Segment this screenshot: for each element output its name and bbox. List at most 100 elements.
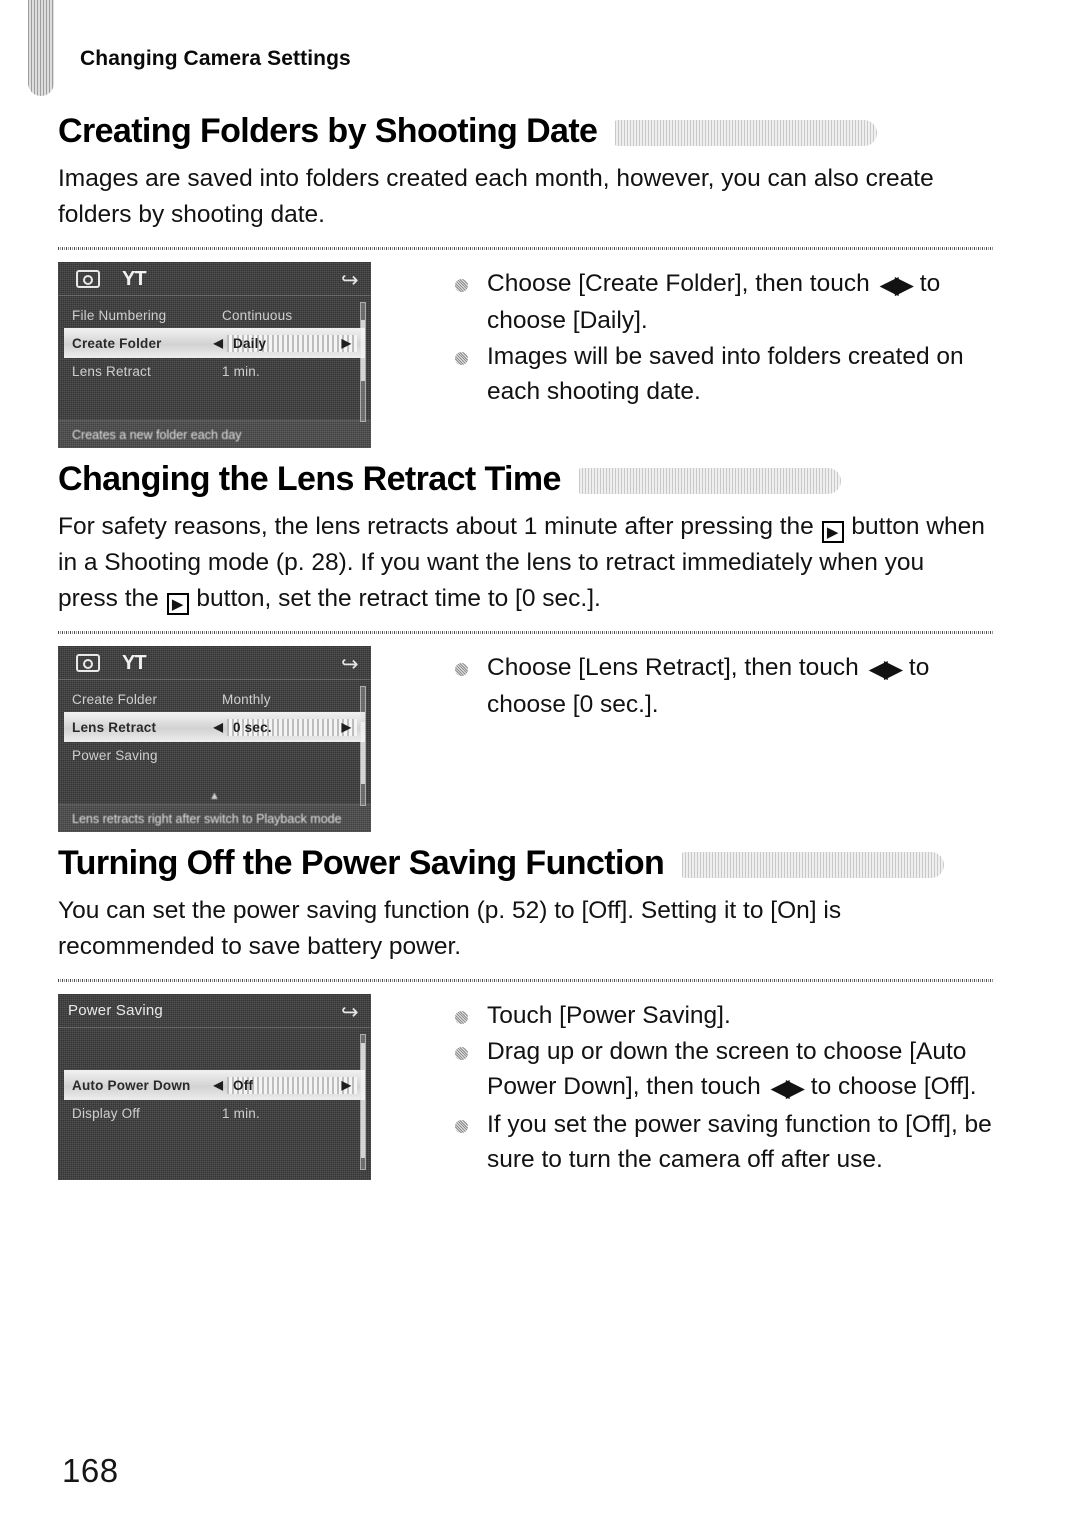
left-right-arrows-icon: ◀▶ <box>770 1074 806 1102</box>
section-divider <box>58 247 993 250</box>
section-divider <box>58 979 993 982</box>
instruction-list: Choose [Lens Retract], then touch ◀▶ to … <box>445 650 993 722</box>
playback-button-icon <box>166 593 189 615</box>
return-arrow-icon[interactable]: ↩ <box>341 1000 359 1025</box>
lcd-scrollbar[interactable] <box>360 686 366 806</box>
running-header: Changing Camera Settings <box>80 47 351 70</box>
camera-lcd-screen: YT ↩ Create Folder Monthly Lens Retract … <box>58 646 371 832</box>
camera-screenshot-column: Power Saving ↩ Auto Power Down ◀ Off ▶ D… <box>58 994 433 1180</box>
lcd-row-value: 1 min. <box>222 1105 260 1121</box>
bullet-text-pre: Choose [Create Folder], then touch <box>487 270 877 297</box>
left-right-arrows-icon: ◀▶ <box>879 271 915 299</box>
lcd-top-bar: YT ↩ <box>58 646 371 680</box>
bullet-text-pre: Choose [Lens Retract], then touch <box>487 654 866 681</box>
scroll-indicator-icon: ▲ <box>209 790 220 802</box>
lcd-menu-row-selected[interactable]: Create Folder ◀ Daily ▶ <box>64 328 365 358</box>
wrench-tools-icon[interactable]: YT <box>122 269 147 289</box>
bullet-text-pre: Touch [Power Saving]. <box>487 1002 731 1029</box>
lcd-top-bar: Power Saving ↩ <box>58 994 371 1028</box>
arrow-right-icon[interactable]: ▶ <box>342 720 351 734</box>
lcd-row-value: Continuous <box>222 307 293 323</box>
wrench-tools-icon[interactable]: YT <box>122 653 147 673</box>
heading-accent-bar <box>578 468 841 494</box>
arrow-left-icon[interactable]: ◀ <box>214 336 223 350</box>
list-item: Choose [Lens Retract], then touch ◀▶ to … <box>445 650 993 722</box>
lcd-row-label: Power Saving <box>72 747 158 763</box>
lcd-row-value: 1 min. <box>222 363 260 379</box>
return-arrow-icon[interactable]: ↩ <box>341 652 359 677</box>
lcd-scrollbar-thumb[interactable] <box>361 319 365 381</box>
lcd-menu-row-selected[interactable]: Lens Retract ◀ 0 sec. ▶ <box>64 712 365 742</box>
arrow-right-icon[interactable]: ▶ <box>342 1078 351 1092</box>
camera-lcd-screen: Power Saving ↩ Auto Power Down ◀ Off ▶ D… <box>58 994 371 1180</box>
lcd-scrollbar-thumb[interactable] <box>361 722 365 784</box>
lcd-scrollbar[interactable] <box>360 1034 366 1170</box>
lcd-menu-list: File Numbering Continuous Create Folder … <box>58 296 371 384</box>
lcd-row-label: File Numbering <box>72 307 167 323</box>
list-item: Touch [Power Saving]. <box>445 998 993 1033</box>
return-arrow-icon[interactable]: ↩ <box>341 268 359 293</box>
lcd-row-label: Create Folder <box>72 691 158 707</box>
lcd-row-label: Lens Retract <box>72 719 157 735</box>
lcd-row-value-wrap: ◀ Off ▶ <box>214 1076 357 1094</box>
lcd-menu-list: Create Folder Monthly Lens Retract ◀ 0 s… <box>58 680 371 768</box>
section-body: You can set the power saving function (p… <box>58 897 842 960</box>
section-creating-folders: Creating Folders by Shooting Date Images… <box>58 112 993 448</box>
section-heading-row: Turning Off the Power Saving Function <box>58 844 993 883</box>
heading-accent-bar <box>682 852 945 878</box>
lcd-menu-row[interactable]: File Numbering Continuous <box>72 302 357 328</box>
arrow-right-icon[interactable]: ▶ <box>342 336 351 350</box>
instruction-list: Choose [Create Folder], then touch ◀▶ to… <box>445 266 993 409</box>
lcd-row-value-wrap: ◀ 0 sec. ▶ <box>214 718 357 736</box>
lcd-menu-row[interactable]: Create Folder Monthly <box>72 686 357 712</box>
section-heading: Turning Off the Power Saving Function <box>58 844 665 882</box>
lcd-menu-list: Auto Power Down ◀ Off ▶ Display Off 1 mi… <box>58 1028 371 1126</box>
step-block: YT ↩ Create Folder Monthly Lens Retract … <box>58 646 993 832</box>
left-right-arrows-icon: ◀▶ <box>868 655 904 683</box>
chapter-edge-tab <box>28 0 54 96</box>
instruction-list: Touch [Power Saving]. Drag up or down th… <box>445 998 993 1177</box>
page-number: 168 <box>62 1452 119 1489</box>
lcd-row-value: Monthly <box>222 691 271 707</box>
lcd-row-value-wrap: ◀ Daily ▶ <box>214 334 357 352</box>
instructions-column: Choose [Create Folder], then touch ◀▶ to… <box>433 262 993 410</box>
section-heading-row: Changing the Lens Retract Time <box>58 460 993 499</box>
lcd-menu-row-selected[interactable]: Auto Power Down ◀ Off ▶ <box>64 1070 365 1100</box>
lcd-row-value: Daily <box>227 334 357 352</box>
lcd-menu-row[interactable]: Power Saving <box>72 742 357 768</box>
camera-lcd-screen: YT ↩ File Numbering Continuous Create Fo… <box>58 262 371 448</box>
lcd-row-value: Off <box>227 1076 357 1094</box>
lcd-row-label: Create Folder <box>72 335 162 351</box>
section-power-saving: Turning Off the Power Saving Function Yo… <box>58 844 993 1180</box>
list-item: Choose [Create Folder], then touch ◀▶ to… <box>445 266 993 338</box>
section-divider <box>58 631 993 634</box>
arrow-left-icon[interactable]: ◀ <box>214 720 223 734</box>
bullet-text-pre: If you set the power saving function to … <box>487 1111 992 1173</box>
camera-screenshot-column: YT ↩ Create Folder Monthly Lens Retract … <box>58 646 433 832</box>
body-part: For safety reasons, the lens retracts ab… <box>58 513 821 540</box>
section-lens-retract-time: Changing the Lens Retract Time For safet… <box>58 460 993 832</box>
list-item: If you set the power saving function to … <box>445 1107 993 1177</box>
lcd-row-label: Auto Power Down <box>72 1077 191 1093</box>
arrow-left-icon[interactable]: ◀ <box>214 1078 223 1092</box>
step-block: YT ↩ File Numbering Continuous Create Fo… <box>58 262 993 448</box>
instructions-column: Choose [Lens Retract], then touch ◀▶ to … <box>433 646 993 723</box>
playback-button-icon <box>821 521 844 543</box>
lcd-scrollbar[interactable] <box>360 302 366 422</box>
lcd-caption: Lens retracts right after switch to Play… <box>58 804 371 832</box>
section-body: Images are saved into folders created ea… <box>58 165 934 228</box>
step-block: Power Saving ↩ Auto Power Down ◀ Off ▶ D… <box>58 994 993 1180</box>
camera-icon[interactable] <box>76 653 100 672</box>
body-part: button, set the retract time to [0 sec.]… <box>189 585 601 612</box>
camera-icon[interactable] <box>76 269 100 288</box>
bullet-text-pre: Images will be saved into folders create… <box>487 343 964 405</box>
heading-accent-bar <box>615 120 878 146</box>
lcd-menu-row[interactable]: Lens Retract 1 min. <box>72 358 357 384</box>
list-item: Drag up or down the screen to choose [Au… <box>445 1034 993 1106</box>
lcd-menu-row[interactable]: Display Off 1 min. <box>72 1100 357 1126</box>
section-body: For safety reasons, the lens retracts ab… <box>58 509 988 617</box>
instructions-column: Touch [Power Saving]. Drag up or down th… <box>433 994 993 1178</box>
lcd-row-label: Lens Retract <box>72 363 151 379</box>
bullet-text-post: to choose [Off]. <box>804 1073 977 1100</box>
lcd-scrollbar-thumb[interactable] <box>361 1043 365 1159</box>
